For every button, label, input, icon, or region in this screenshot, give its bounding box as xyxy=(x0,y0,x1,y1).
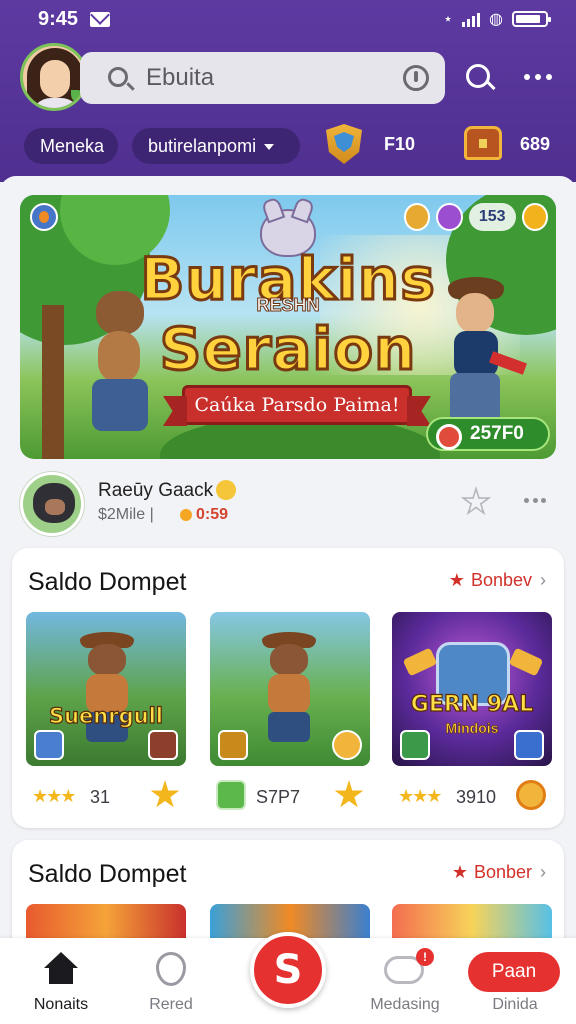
creator-meta: $2Mile | xyxy=(98,506,154,523)
hero-banner[interactable]: Burakins RESHN Seraion Caúka Parsdo Paim… xyxy=(20,195,556,459)
coin-icon xyxy=(332,730,362,760)
nav-label: Rered xyxy=(149,996,193,1013)
section-card: Saldo Dompet Bonber xyxy=(12,840,564,938)
more-options-icon[interactable] xyxy=(524,74,552,80)
creator-timer: 0:59 xyxy=(180,506,228,524)
app-badge-icon xyxy=(34,730,64,760)
filter-chip-dropdown[interactable]: butirelanpomi xyxy=(132,128,300,164)
hero-score-pill[interactable]: 257F0 xyxy=(426,417,550,451)
nav-label: Medasing xyxy=(370,996,440,1013)
tile-footer: S7P7 xyxy=(210,778,370,814)
creator-name[interactable]: Raeūy Gaack xyxy=(98,480,213,502)
game-title: Suenrgull xyxy=(48,703,163,728)
status-icons: ⋆ ◍ xyxy=(443,9,551,29)
chip-label: butirelanpomi xyxy=(148,136,257,156)
section-card: Saldo Dompet Bonbev Suenrgull ★★★ 31 xyxy=(12,548,564,828)
game-tile[interactable]: GERN 9AL Mindois ★★★ 3910 xyxy=(382,612,558,828)
home-icon xyxy=(44,952,78,984)
game-thumbnail xyxy=(210,612,370,766)
section-see-all-link[interactable]: Bonber xyxy=(452,862,546,883)
search-icon xyxy=(108,67,128,87)
rating-stars-icon: ★★★ xyxy=(32,786,76,806)
main-content: Burakins RESHN Seraion Caúka Parsdo Paim… xyxy=(0,176,576,938)
nav-item-home[interactable]: Nonaits xyxy=(6,938,116,1024)
creator-row: Raeūy Gaack $2Mile | 0:59 xyxy=(20,472,556,536)
signal-icon xyxy=(462,12,481,27)
emoji-icon xyxy=(216,480,236,500)
game-thumbnail: Suenrgull xyxy=(26,612,186,766)
section-title: Saldo Dompet xyxy=(28,860,187,888)
potion-icon xyxy=(148,730,178,760)
hero-badge: 153 xyxy=(468,203,516,231)
center-action-button[interactable]: S xyxy=(250,932,326,1008)
shield-badge-icon[interactable] xyxy=(326,124,362,164)
game-thumbnail[interactable] xyxy=(26,904,186,938)
wifi-icon: ◍ xyxy=(489,11,503,28)
status-bar: 9:45 ⋆ ◍ xyxy=(0,0,576,40)
header-stat-level: F10 xyxy=(384,134,416,154)
nav-label: Nonaits xyxy=(33,996,89,1013)
battery-icon xyxy=(512,11,551,27)
search-bar[interactable] xyxy=(80,52,445,104)
nav-item-messages[interactable]: ! Medasing xyxy=(350,938,460,1024)
game-tile[interactable]: Suenrgull ★★★ 31 xyxy=(16,612,192,828)
status-time: 9:45 xyxy=(38,8,79,30)
nav-label: Dinida xyxy=(492,996,538,1013)
coin-icon[interactable] xyxy=(516,780,546,810)
star-icon[interactable] xyxy=(334,780,364,808)
tile-rating: 31 xyxy=(90,787,111,807)
tile-footer: ★★★ 31 xyxy=(26,778,186,814)
section-see-all-link[interactable]: Bonbev xyxy=(449,570,546,591)
user-avatar[interactable] xyxy=(20,43,88,111)
search-input[interactable] xyxy=(146,63,386,93)
hero-ribbon: Caúka Parsdo Paima! xyxy=(182,385,412,425)
game-tile[interactable]: S7P7 xyxy=(200,612,376,828)
chip-label: Meneka xyxy=(40,136,105,156)
nav-item-explore[interactable]: Rered xyxy=(116,938,226,1024)
treasure-icon xyxy=(218,730,248,760)
tile-rating: S7P7 xyxy=(256,787,301,807)
gift-icon xyxy=(514,730,544,760)
pill-action-button[interactable]: Paan xyxy=(468,952,560,992)
sword-icon xyxy=(404,203,431,231)
app-header: 9:45 ⋆ ◍ Meneka butirelanpomi F10 689 xyxy=(0,0,576,182)
creator-avatar[interactable] xyxy=(20,472,84,536)
treasure-chest-icon[interactable] xyxy=(464,126,502,160)
smile-icon xyxy=(521,203,549,231)
header-stat-coins: 689 xyxy=(520,134,551,154)
chevron-down-icon xyxy=(264,144,275,151)
tile-footer: ★★★ 3910 xyxy=(392,778,552,814)
voice-search-icon[interactable] xyxy=(403,65,429,91)
app-badge-icon xyxy=(400,730,430,760)
rating-stars-icon: ★★★ xyxy=(398,786,442,806)
game-thumbnail: GERN 9AL Mindois xyxy=(392,612,552,766)
favorite-star-icon[interactable] xyxy=(460,486,492,516)
hero-subtitle: RESHN xyxy=(256,295,320,316)
game-thumbnail[interactable] xyxy=(392,904,552,938)
section-title: Saldo Dompet xyxy=(28,568,187,596)
mail-notification-icon xyxy=(90,12,110,27)
hero-coin-icon xyxy=(30,203,58,231)
filter-chip-meneka[interactable]: Meneka xyxy=(24,128,118,164)
header-search-icon[interactable] xyxy=(466,64,490,88)
star-icon[interactable] xyxy=(150,780,180,808)
game-title: GERN 9AL xyxy=(410,691,534,717)
tile-rating: 3910 xyxy=(456,787,497,807)
notification-badge: ! xyxy=(416,948,434,966)
more-options-icon[interactable] xyxy=(524,498,546,504)
hero-top-bar: 153 xyxy=(404,201,549,233)
location-pin-icon xyxy=(156,952,186,986)
hero-title-line-2: Seraion xyxy=(158,314,417,385)
clover-icon xyxy=(216,780,246,810)
gem-icon xyxy=(436,203,463,231)
bluetooth-icon: ⋆ xyxy=(443,11,454,28)
